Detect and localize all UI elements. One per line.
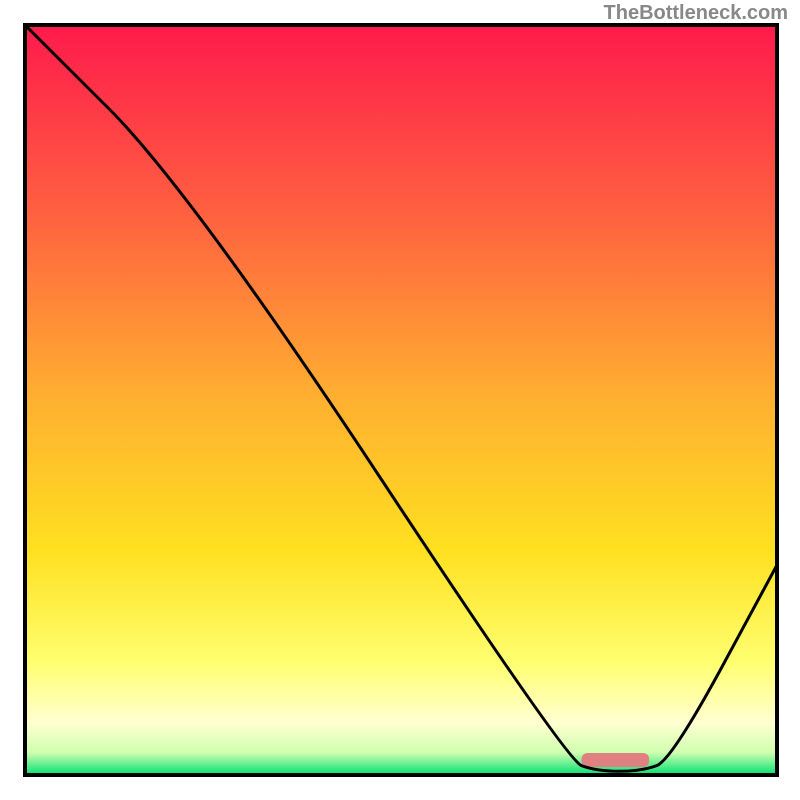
optimal-range-marker — [581, 753, 649, 767]
watermark-text: TheBottleneck.com — [604, 2, 788, 25]
gradient-background — [25, 25, 777, 775]
bottleneck-chart — [0, 0, 800, 800]
chart-container: TheBottleneck.com — [0, 0, 800, 800]
